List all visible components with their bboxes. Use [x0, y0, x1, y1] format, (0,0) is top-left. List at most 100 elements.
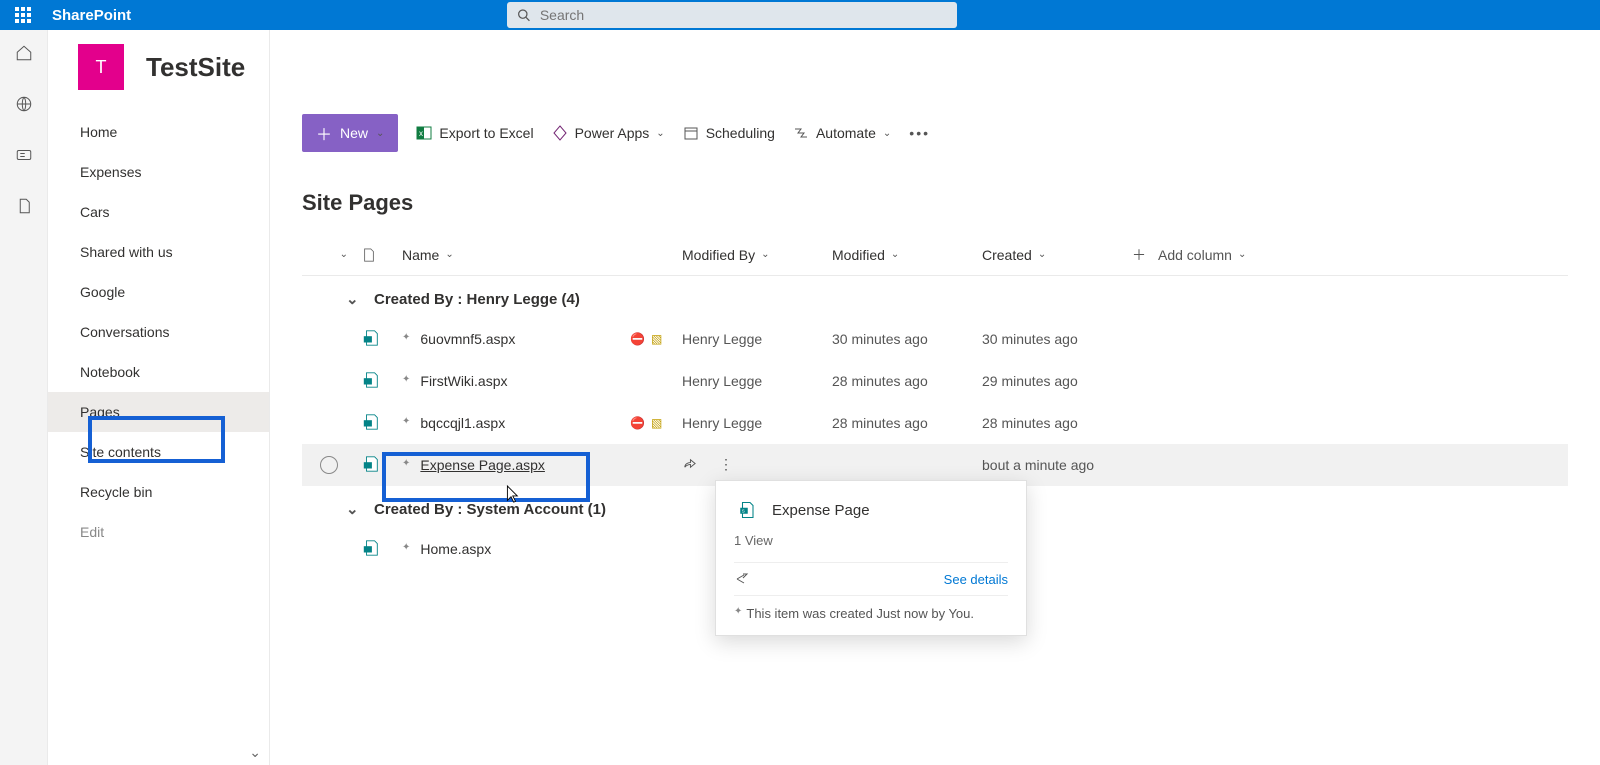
nav-item-edit[interactable]: Edit	[48, 512, 269, 552]
sharepoint-page-icon	[362, 455, 380, 473]
modified-cell: 30 minutes ago	[832, 331, 982, 347]
file-name-link[interactable]: 6uovmnf5.aspx	[420, 331, 515, 347]
new-button[interactable]: ＋ New ⌄	[302, 114, 398, 152]
column-modified[interactable]: Modified ⌄	[832, 247, 982, 263]
table-row[interactable]: ✦6uovmnf5.aspx⛔▧Henry Legge30 minutes ag…	[302, 318, 1568, 360]
sparkle-icon: ✦	[734, 606, 742, 617]
share-icon[interactable]	[682, 456, 697, 474]
export-excel-button[interactable]: x Export to Excel	[416, 125, 533, 141]
chevron-down-icon[interactable]: ⌄	[346, 500, 362, 518]
file-name-link[interactable]: bqccqjl1.aspx	[420, 415, 505, 431]
file-type-icon[interactable]	[362, 248, 376, 262]
sparkle-icon: ✦	[402, 458, 410, 469]
page-heading: Site Pages	[270, 162, 1600, 234]
site-logo[interactable]: T	[78, 44, 124, 90]
modified-cell: 28 minutes ago	[832, 415, 982, 431]
nav-item-notebook[interactable]: Notebook	[48, 352, 269, 392]
calendar-icon	[683, 125, 699, 141]
flow-icon	[793, 125, 809, 141]
search-box[interactable]	[507, 2, 957, 28]
nav-item-home[interactable]: Home	[48, 112, 269, 152]
app-launcher-icon[interactable]	[8, 7, 38, 23]
chevron-down-icon: ⌄	[883, 128, 891, 139]
created-cell: bout a minute ago	[982, 457, 1132, 473]
sharepoint-page-icon	[362, 413, 380, 431]
sharepoint-page-icon	[362, 371, 380, 389]
suite-bar: SharePoint	[0, 0, 1600, 30]
group-title: Created By : System Account (1)	[374, 501, 606, 518]
chevron-down-icon: ⌄	[376, 128, 384, 139]
automate-button[interactable]: Automate ⌄	[793, 125, 891, 141]
site-header: T TestSite	[48, 30, 269, 104]
file-name-link[interactable]: Home.aspx	[420, 541, 491, 557]
power-apps-button[interactable]: Power Apps ⌄	[552, 125, 665, 141]
home-icon[interactable]	[15, 44, 33, 65]
sparkle-icon: ✦	[402, 416, 410, 427]
file-name-link[interactable]: Expense Page.aspx	[420, 457, 545, 473]
checkout-icon: ▧	[651, 332, 662, 346]
brand-label: SharePoint	[52, 7, 131, 24]
site-navigation: HomeExpensesCarsShared with usGoogleConv…	[48, 104, 270, 765]
checkout-icon: ▧	[651, 416, 662, 430]
scheduling-button[interactable]: Scheduling	[683, 125, 775, 141]
chevron-down-icon: ⌄	[656, 128, 664, 139]
nav-item-conversations[interactable]: Conversations	[48, 312, 269, 352]
site-title: TestSite	[146, 52, 245, 83]
search-icon	[517, 8, 530, 22]
column-modified-by[interactable]: Modified By ⌄	[682, 247, 832, 263]
hover-card-title: Expense Page	[772, 502, 870, 519]
share-icon[interactable]	[734, 571, 750, 587]
files-icon[interactable]	[15, 197, 33, 218]
sharepoint-page-icon	[362, 539, 380, 557]
select-circle[interactable]	[320, 456, 338, 474]
sharepoint-page-icon	[362, 329, 380, 347]
search-input[interactable]	[540, 7, 947, 23]
see-details-link[interactable]: See details	[944, 572, 1008, 587]
main-content: ＋ New ⌄ x Export to Excel Power Apps ⌄	[270, 104, 1600, 765]
table-row[interactable]: ✦ FirstWiki.aspx Henry Legge28 minutes ago…	[302, 360, 1568, 402]
more-actions-button[interactable]: •••	[909, 125, 930, 141]
chevron-down-icon[interactable]: ⌄	[346, 290, 362, 308]
created-cell: 30 minutes ago	[982, 331, 1132, 347]
created-cell: 29 minutes ago	[982, 373, 1132, 389]
created-cell: 28 minutes ago	[982, 415, 1132, 431]
more-icon[interactable]: ⋮	[719, 456, 733, 474]
file-hover-card: S Expense Page 1 View See details ✦ This…	[715, 480, 1027, 636]
table-header: ⌄ Name ⌄ Modified By ⌄ Modified ⌄ Create…	[302, 234, 1568, 276]
app-rail	[0, 30, 48, 765]
command-bar: ＋ New ⌄ x Export to Excel Power Apps ⌄	[270, 104, 1600, 162]
nav-item-shared-with-us[interactable]: Shared with us	[48, 232, 269, 272]
news-icon[interactable]	[15, 146, 33, 167]
column-name[interactable]: Name ⌄	[402, 247, 682, 263]
nav-item-site-contents[interactable]: Site contents	[48, 432, 269, 472]
column-created[interactable]: Created ⌄	[982, 247, 1132, 263]
group-header[interactable]: ⌄ Created By : Henry Legge (4)	[302, 276, 1568, 318]
sparkle-icon: ✦	[402, 332, 410, 343]
nav-collapse-icon[interactable]: ⌄	[249, 744, 261, 761]
sharepoint-page-icon: S	[734, 497, 760, 523]
file-name-link[interactable]: FirstWiki.aspx	[420, 373, 507, 389]
group-title: Created By : Henry Legge (4)	[374, 291, 580, 308]
modified-by-cell: Henry Legge	[682, 415, 762, 431]
new-button-label: New	[340, 125, 368, 141]
modified-by-cell: Henry Legge	[682, 373, 832, 389]
modified-by-cell: Henry Legge	[682, 331, 762, 347]
hover-card-footer: This item was created Just now by You.	[746, 606, 974, 621]
nav-item-recycle-bin[interactable]: Recycle bin	[48, 472, 269, 512]
table-row[interactable]: ✦ bqccqjl1.aspx ⛔ ▧ Henry Legge 28 minutes ag…	[302, 402, 1568, 444]
modified-cell: 28 minutes ago	[832, 373, 982, 389]
nav-item-cars[interactable]: Cars	[48, 192, 269, 232]
globe-icon[interactable]	[15, 95, 33, 116]
blocked-icon: ⛔	[630, 416, 645, 430]
hover-card-views: 1 View	[734, 533, 1008, 548]
sparkle-icon: ✦	[402, 542, 410, 553]
powerapps-icon	[552, 125, 568, 141]
nav-item-pages[interactable]: Pages	[48, 392, 269, 432]
sparkle-icon: ✦	[402, 374, 410, 385]
svg-text:S: S	[742, 508, 745, 513]
chevron-down-icon[interactable]: ⌄	[340, 249, 348, 260]
nav-item-expenses[interactable]: Expenses	[48, 152, 269, 192]
svg-text:x: x	[419, 129, 423, 138]
add-column-button[interactable]: ＋Add column ⌄	[1132, 245, 1332, 265]
nav-item-google[interactable]: Google	[48, 272, 269, 312]
